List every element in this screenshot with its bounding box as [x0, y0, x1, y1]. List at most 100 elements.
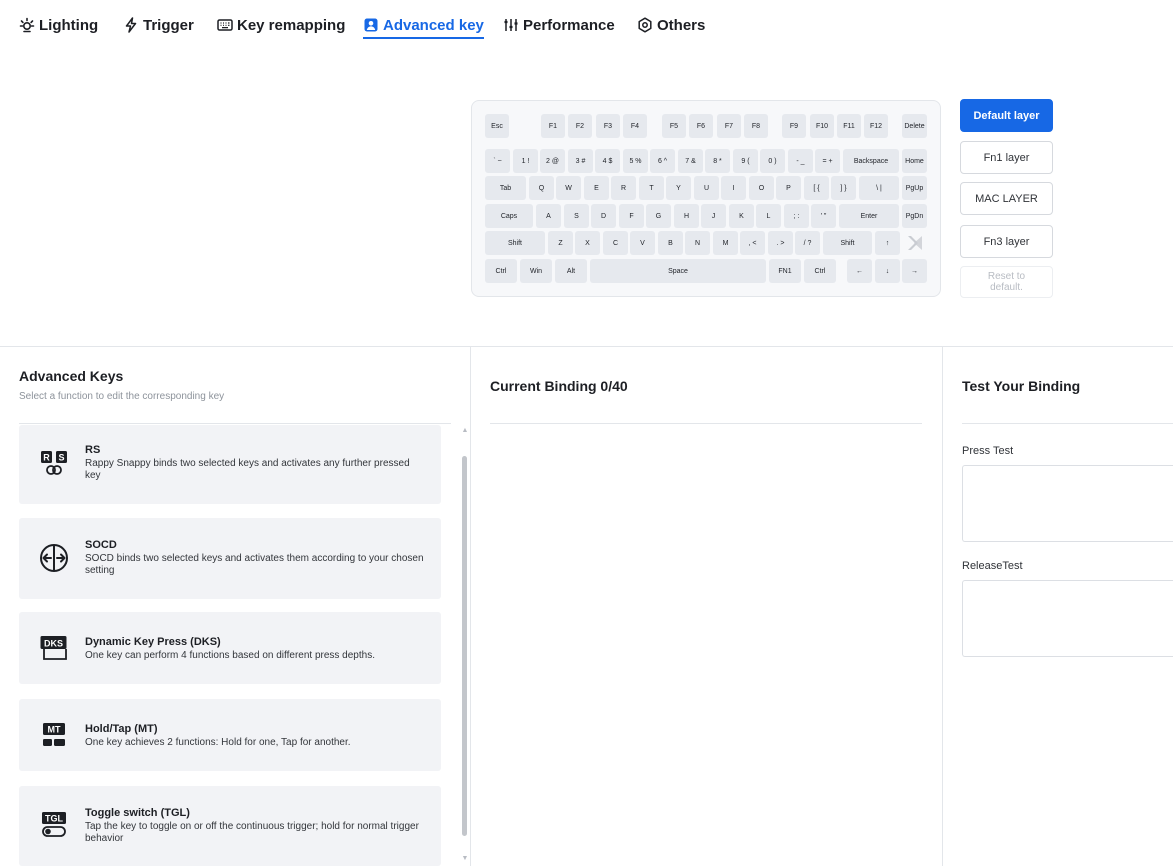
key-9[interactable]: 9 (	[733, 149, 758, 173]
key-f12[interactable]: F12	[864, 114, 888, 138]
key-ctrl-left[interactable]: Ctrl	[485, 259, 517, 283]
tab-performance[interactable]: Performance	[503, 14, 615, 36]
key-f6[interactable]: F6	[689, 114, 713, 138]
key-f4[interactable]: F4	[623, 114, 647, 138]
key-pgup[interactable]: PgUp	[902, 176, 927, 200]
key-l[interactable]: L	[756, 204, 781, 228]
advanced-key-dks[interactable]: DKS Dynamic Key Press (DKS) One key can …	[19, 612, 441, 684]
key-u[interactable]: U	[694, 176, 719, 200]
key-backslash[interactable]: \ |	[859, 176, 899, 200]
key-alt[interactable]: Alt	[555, 259, 587, 283]
key-o[interactable]: O	[749, 176, 774, 200]
key-q[interactable]: Q	[529, 176, 554, 200]
key-bracket-right[interactable]: ] }	[831, 176, 856, 200]
key-j[interactable]: J	[701, 204, 726, 228]
key-f7[interactable]: F7	[717, 114, 741, 138]
key-r[interactable]: R	[611, 176, 636, 200]
key-f8[interactable]: F8	[744, 114, 768, 138]
key-quote[interactable]: ' "	[811, 204, 836, 228]
key-d[interactable]: D	[591, 204, 616, 228]
scroll-down-arrow-icon[interactable]: ▼	[461, 855, 469, 862]
advanced-key-tgl[interactable]: TGL Toggle switch (TGL) Tap the key to t…	[19, 786, 441, 866]
key-shift-left[interactable]: Shift	[485, 231, 545, 255]
key-h[interactable]: H	[674, 204, 699, 228]
key-comma[interactable]: , <	[740, 231, 765, 255]
fn1-layer-button[interactable]: Fn1 layer	[960, 141, 1053, 174]
key-w[interactable]: W	[556, 176, 581, 200]
release-test-area[interactable]	[962, 580, 1173, 657]
key-6[interactable]: 6 ^	[650, 149, 675, 173]
key-g[interactable]: G	[646, 204, 671, 228]
key-esc[interactable]: Esc	[485, 114, 509, 138]
tab-lighting[interactable]: Lighting	[19, 14, 98, 36]
scrollbar-thumb[interactable]	[462, 456, 467, 836]
key-caps[interactable]: Caps	[485, 204, 533, 228]
key-z[interactable]: Z	[548, 231, 573, 255]
key-i[interactable]: I	[721, 176, 746, 200]
key-f2[interactable]: F2	[568, 114, 592, 138]
tab-trigger[interactable]: Trigger	[123, 14, 194, 36]
tab-key-remapping[interactable]: Key remapping	[217, 14, 345, 36]
key-f3[interactable]: F3	[596, 114, 620, 138]
advanced-key-socd[interactable]: SOCD SOCD binds two selected keys and ac…	[19, 518, 441, 599]
key-f5[interactable]: F5	[662, 114, 686, 138]
key-minus[interactable]: - _	[788, 149, 813, 173]
key-arrow-up[interactable]: ↑	[875, 231, 900, 255]
key-v[interactable]: V	[630, 231, 655, 255]
key-x[interactable]: X	[575, 231, 600, 255]
advanced-key-mt[interactable]: MT Hold/Tap (MT) One key achieves 2 func…	[19, 699, 441, 771]
key-f10[interactable]: F10	[810, 114, 834, 138]
key-f1[interactable]: F1	[541, 114, 565, 138]
key-bracket-left[interactable]: [ {	[804, 176, 829, 200]
key-win[interactable]: Win	[520, 259, 552, 283]
key-home[interactable]: Home	[902, 149, 927, 173]
key-f[interactable]: F	[619, 204, 644, 228]
key-1[interactable]: 1 !	[513, 149, 538, 173]
key-e[interactable]: E	[584, 176, 609, 200]
key-arrow-right[interactable]: →	[902, 259, 927, 283]
key-n[interactable]: N	[685, 231, 710, 255]
key-backtick[interactable]: ` ~	[485, 149, 510, 173]
key-shift-right[interactable]: Shift	[823, 231, 872, 255]
key-ctrl-right[interactable]: Ctrl	[804, 259, 836, 283]
key-7[interactable]: 7 &	[678, 149, 703, 173]
key-f11[interactable]: F11	[837, 114, 861, 138]
key-2[interactable]: 2 @	[540, 149, 565, 173]
key-space[interactable]: Space	[590, 259, 766, 283]
key-backspace[interactable]: Backspace	[843, 149, 899, 173]
key-slash[interactable]: / ?	[795, 231, 820, 255]
key-arrow-down[interactable]: ↓	[875, 259, 900, 283]
key-pgdn[interactable]: PgDn	[902, 204, 927, 228]
key-p[interactable]: P	[776, 176, 801, 200]
key-equal[interactable]: = +	[815, 149, 840, 173]
key-arrow-left[interactable]: ←	[847, 259, 872, 283]
key-4[interactable]: 4 $	[595, 149, 620, 173]
key-k[interactable]: K	[729, 204, 754, 228]
key-c[interactable]: C	[603, 231, 628, 255]
press-test-area[interactable]	[962, 465, 1173, 542]
key-b[interactable]: B	[658, 231, 683, 255]
key-t[interactable]: T	[639, 176, 664, 200]
key-3[interactable]: 3 #	[568, 149, 593, 173]
tab-advanced-key[interactable]: Advanced key	[363, 14, 484, 39]
key-period[interactable]: . >	[768, 231, 793, 255]
scroll-up-arrow-icon[interactable]: ▲	[461, 427, 469, 434]
key-5[interactable]: 5 %	[623, 149, 648, 173]
reset-to-default-button[interactable]: Reset to default.	[960, 266, 1053, 298]
default-layer-button[interactable]: Default layer	[960, 99, 1053, 132]
key-fn1[interactable]: FN1	[769, 259, 801, 283]
key-0[interactable]: 0 )	[760, 149, 785, 173]
key-f9[interactable]: F9	[782, 114, 806, 138]
fn3-layer-button[interactable]: Fn3 layer	[960, 225, 1053, 258]
advanced-key-rs[interactable]: R S RS Rappy Snappy binds two selected k…	[19, 425, 441, 504]
key-tab[interactable]: Tab	[485, 176, 526, 200]
key-delete[interactable]: Delete	[902, 114, 927, 138]
key-y[interactable]: Y	[666, 176, 691, 200]
tab-others[interactable]: Others	[637, 14, 705, 36]
key-s[interactable]: S	[564, 204, 589, 228]
key-enter[interactable]: Enter	[839, 204, 899, 228]
key-semicolon[interactable]: ; :	[784, 204, 809, 228]
mac-layer-button[interactable]: MAC LAYER	[960, 182, 1053, 215]
key-m[interactable]: M	[713, 231, 738, 255]
key-8[interactable]: 8 *	[705, 149, 730, 173]
